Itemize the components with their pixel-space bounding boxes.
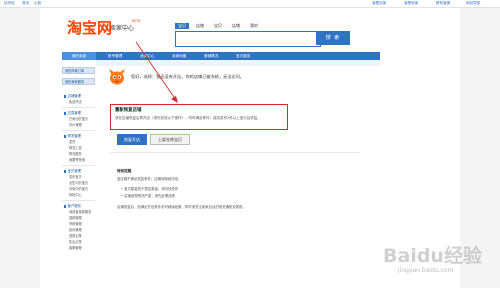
freeze-notice-text: 您好，选择：我还没有开店，你的店铺已被冻结，无法访问。: [131, 74, 245, 79]
nav-item-account[interactable]: 帐号管理: [108, 52, 122, 60]
sub-nav-strip: [96, 60, 380, 66]
topbar-link-buyer[interactable]: 我是买家: [372, 1, 386, 6]
search-button[interactable]: 搜 索: [316, 31, 350, 45]
tip-bullet: • 宝贝数量低于规定数量，请尽快发布: [121, 187, 179, 191]
sidebar-section-items[interactable]: 宝贝管理: [64, 169, 82, 174]
top-utility-bar: 站内信 首页 火枪 我是买家 我是卖家 联系客服 网站导航: [0, 0, 500, 8]
section-divider: [110, 152, 360, 153]
sidebar-section-logistics[interactable]: 物流管理: [64, 134, 82, 139]
sidebar-item-after-sale[interactable]: 售后记录: [69, 240, 82, 245]
topbar-link-inbox[interactable]: 站内信: [4, 1, 15, 6]
sidebar-item-guarantee[interactable]: 消费者保障服务: [69, 210, 91, 215]
baidu-watermark-url: jingyan.baidu.com: [398, 267, 454, 274]
baidu-watermark: Baidu经验: [383, 245, 482, 267]
sidebar-button-mall-orders[interactable]: 我的商城订单: [62, 67, 95, 74]
topbar-link-user[interactable]: 火枪: [34, 1, 41, 6]
sidebar-item-reviews[interactable]: 评价管理: [69, 123, 82, 128]
sidebar-divider: [62, 107, 95, 108]
search-tab-mine[interactable]: 我的: [247, 23, 261, 29]
sidebar-item-logistics-service[interactable]: 物流服务: [69, 152, 82, 157]
sidebar-item-sold[interactable]: 已卖出的宝贝: [69, 117, 88, 122]
search-tab-item[interactable]: 宝贝: [175, 23, 189, 29]
restore-shop-title: 重新恢复店铺: [115, 108, 142, 113]
list-warehouse-items-button[interactable]: 上架仓库宝贝: [150, 134, 190, 145]
sidebar-divider: [62, 200, 95, 201]
sidebar-section-customer[interactable]: 客户服务: [64, 204, 82, 209]
sidebar-item-on-sale[interactable]: 出售中的宝贝: [69, 181, 88, 186]
sidebar-divider: [62, 130, 95, 131]
logo-text: 淘宝网: [67, 19, 113, 37]
nav-item-services[interactable]: 宝贝服务: [236, 52, 250, 60]
tip-bullet: • 店铺违规情况严重，请先处理违规: [121, 194, 175, 198]
sidebar-item-checkup[interactable]: 体检中心: [69, 193, 82, 198]
sidebar-section-trade[interactable]: 交易管理: [64, 111, 82, 116]
search-tab-shop-2[interactable]: 店铺: [229, 23, 243, 29]
tip-line: 店铺恢复后，如满足开店条件则可继续经营，同时请关注卖家后台的相关通知及规则。: [117, 205, 246, 209]
nav-item-messages[interactable]: 消息中心: [140, 52, 154, 60]
sidebar-button-seller-services[interactable]: 我的卖家服务: [62, 78, 95, 85]
sidebar-item-complaints[interactable]: 投诉管理: [69, 228, 82, 233]
sidebar-item-ship[interactable]: 发货: [69, 140, 75, 145]
restore-shop-button[interactable]: 恢复开店: [117, 134, 147, 145]
tips-title: 特别提醒: [117, 169, 132, 173]
sidebar-item-logistics-tools[interactable]: 物流工具: [69, 146, 82, 151]
sidebar-item-reports[interactable]: 举报管理: [69, 222, 82, 227]
sidebar-item-cs-manage[interactable]: 客服管理: [69, 246, 82, 251]
logo-tag: BETA: [132, 19, 141, 23]
nav-home-tab[interactable]: 我的卖家: [62, 52, 96, 60]
sidebar-item-courier[interactable]: 我要寄快递: [69, 158, 85, 163]
logo-subtitle: 卖家中心: [110, 25, 135, 32]
nav-item-marketing[interactable]: 营销概况: [204, 52, 218, 60]
sidebar-item-warehouse[interactable]: 仓库中的宝贝: [69, 187, 88, 192]
topbar-link-service[interactable]: 联系客服: [436, 1, 450, 6]
sidebar-item-open-shop[interactable]: 免费开店: [69, 100, 82, 105]
search-input[interactable]: [175, 31, 321, 47]
sidebar-section-shop[interactable]: 店铺管理: [64, 94, 82, 99]
topbar-link-home[interactable]: 首页: [22, 1, 29, 6]
restore-shop-description: 请在店铺恢复后再开店（请先完成以下操作），同时满足条件：保持发布3件以上宝贝后恢…: [115, 116, 261, 120]
sidebar-item-violations[interactable]: 违规记录: [69, 234, 82, 239]
topbar-link-seller[interactable]: 我是卖家: [404, 1, 418, 6]
sidebar-item-publish[interactable]: 发布宝贝: [69, 175, 82, 180]
sidebar-item-refunds[interactable]: 退款管理: [69, 216, 82, 221]
topbar-link-sitemap[interactable]: 网站导航: [466, 1, 480, 6]
search-tab-item-2[interactable]: 宝贝: [211, 23, 225, 29]
mascot-icon: [109, 69, 125, 85]
tip-line: 若店铺不满足恢复条件，店铺将继续冻结：: [117, 177, 182, 181]
nav-item-seller-map[interactable]: 卖家地图: [172, 52, 186, 60]
sidebar-divider: [62, 165, 95, 166]
search-tab-shop[interactable]: 店铺: [193, 23, 207, 29]
